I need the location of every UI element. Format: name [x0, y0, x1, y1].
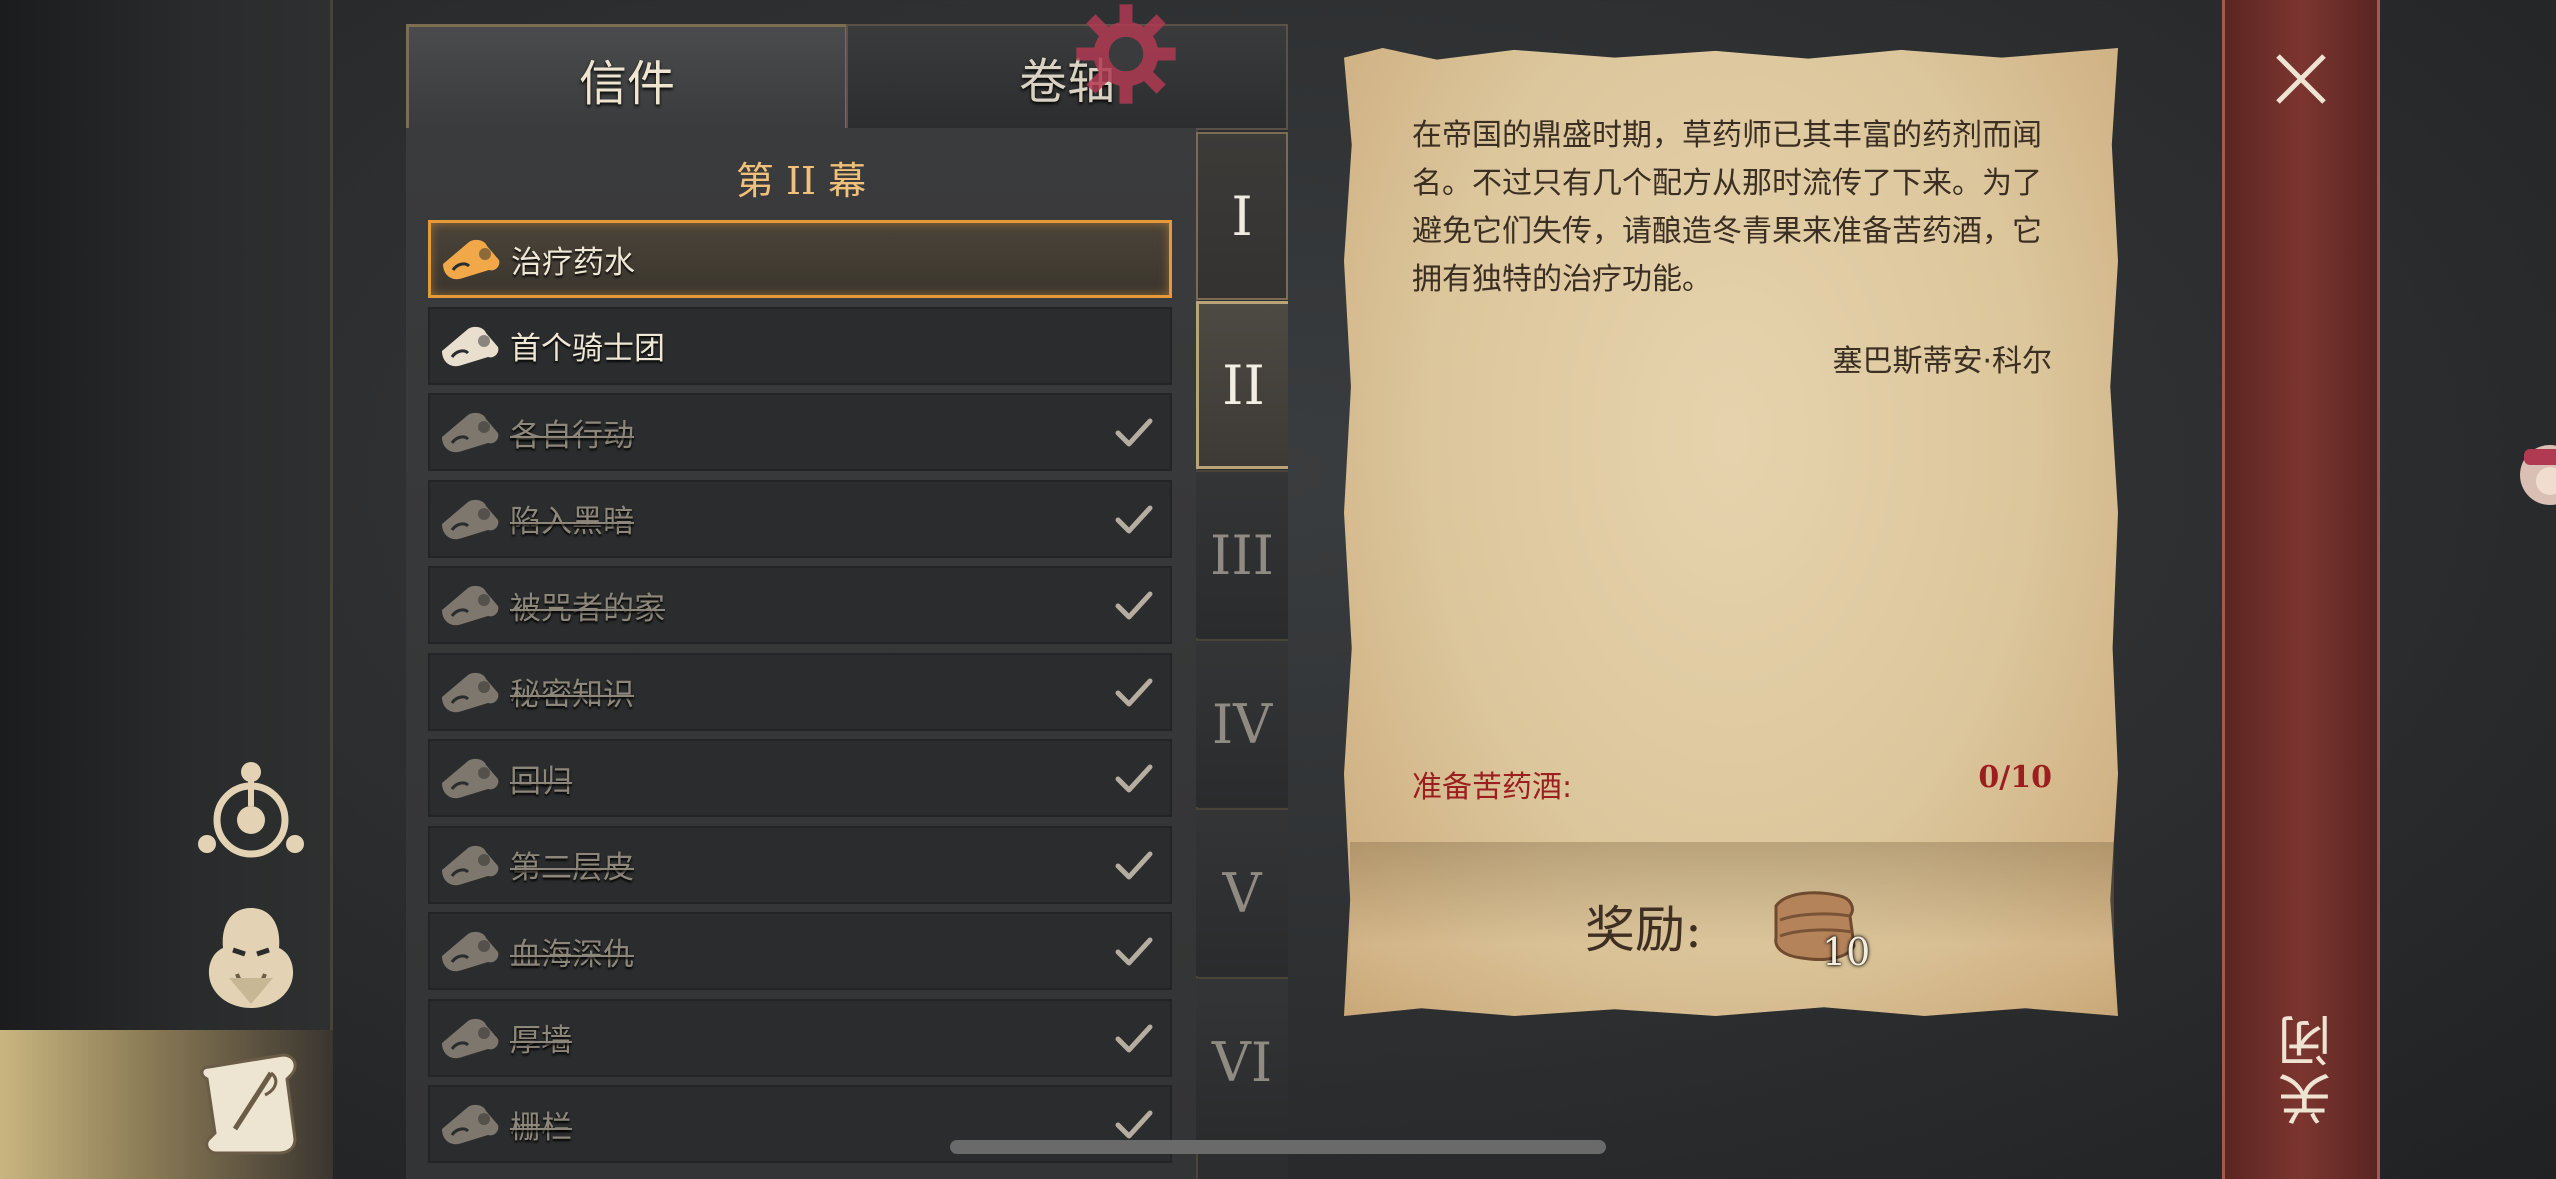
home-indicator: [950, 1140, 1606, 1154]
scroll-icon: [430, 1003, 510, 1073]
checkmark-icon: [1112, 930, 1156, 974]
scroll-icon: [430, 830, 510, 900]
close-panel[interactable]: [2222, 0, 2380, 1179]
character-avatar-icon[interactable]: [2510, 425, 2556, 525]
scroll-icon: [430, 1089, 510, 1159]
checkmark-icon: [1112, 411, 1156, 455]
act-tab-5[interactable]: V: [1196, 808, 1288, 976]
quest-item[interactable]: 回归: [428, 739, 1172, 817]
checkmark-icon: [1112, 498, 1156, 542]
quest-label: 血海深仇: [510, 936, 634, 973]
letter-body: 在帝国的鼎盛时期，草药师已其丰富的药剂而闻名。不过只有几个配方从那时流传了下来。…: [1412, 118, 2042, 297]
quest-item[interactable]: 秘密知识: [428, 652, 1172, 731]
scroll-icon: [430, 916, 510, 986]
quest-label: 被咒者的家: [510, 590, 665, 627]
act-tab-1[interactable]: I: [1196, 132, 1288, 300]
reward-band: [1350, 842, 2114, 1012]
act-tab-3[interactable]: III: [1196, 470, 1288, 638]
checkmark-icon: [1112, 757, 1156, 801]
scroll-icon: [430, 311, 510, 381]
close-button[interactable]: 关闭: [2270, 1010, 2341, 1126]
quest-item[interactable]: 治疗药水: [428, 220, 1172, 298]
quest-item[interactable]: 陷入黑暗: [428, 479, 1172, 558]
act-tab-2[interactable]: II: [1196, 301, 1288, 469]
scroll-icon: [431, 224, 511, 294]
objective-label: 准备苦药酒:: [1412, 770, 1573, 805]
scroll-icon: [430, 743, 510, 813]
gear-icon[interactable]: [1072, 0, 1180, 108]
quest-item[interactable]: 首个骑士团: [428, 306, 1172, 385]
quest-letters-icon[interactable]: [194, 1048, 306, 1160]
scroll-icon: [430, 657, 510, 727]
scroll-icon: [430, 484, 510, 554]
checkmark-icon: [1112, 584, 1156, 628]
reward-label: 奖励:: [1585, 901, 1702, 959]
quest-label: 第二层皮: [510, 850, 634, 886]
quest-item[interactable]: 各自行动: [428, 393, 1172, 471]
act-title: 第 II 幕: [735, 159, 867, 203]
act-tab-6[interactable]: VI: [1196, 977, 1288, 1145]
act-tab-4[interactable]: IV: [1196, 639, 1288, 807]
checkmark-icon: [1112, 844, 1156, 888]
left-sidebar: [0, 0, 333, 1030]
checkmark-icon: [1112, 671, 1156, 715]
reward-quantity: 10: [1822, 930, 1871, 974]
quest-item[interactable]: 被咒者的家: [428, 566, 1172, 644]
close-icon[interactable]: [2272, 50, 2330, 108]
objective-progress: 0/10: [1978, 760, 2052, 795]
quest-label: 陷入黑暗: [510, 504, 634, 540]
scroll-icon: [430, 570, 510, 640]
quest-label: 首个骑士团: [510, 331, 665, 367]
character-portrait-icon[interactable]: [196, 902, 306, 1012]
quest-item[interactable]: 血海深仇: [428, 912, 1172, 990]
quest-item[interactable]: 厚墙: [428, 998, 1172, 1077]
quest-label: 治疗药水: [511, 244, 635, 281]
scroll-icon: [430, 397, 510, 467]
checkmark-icon: [1112, 1017, 1156, 1061]
quest-label: 秘密知识: [510, 677, 634, 713]
quest-label: 各自行动: [510, 417, 634, 454]
quest-item[interactable]: 第二层皮: [428, 825, 1172, 904]
tab-letters[interactable]: 信件: [406, 24, 848, 130]
letter-signature: 塞巴斯蒂安·科尔: [1832, 344, 2052, 379]
tab-scrolls[interactable]: 卷轴: [846, 24, 1288, 130]
quest-label: 厚墙: [510, 1023, 572, 1059]
quest-label: 回归: [510, 763, 572, 800]
quest-label: 栅栏: [510, 1109, 572, 1146]
compass-icon[interactable]: [196, 756, 306, 860]
